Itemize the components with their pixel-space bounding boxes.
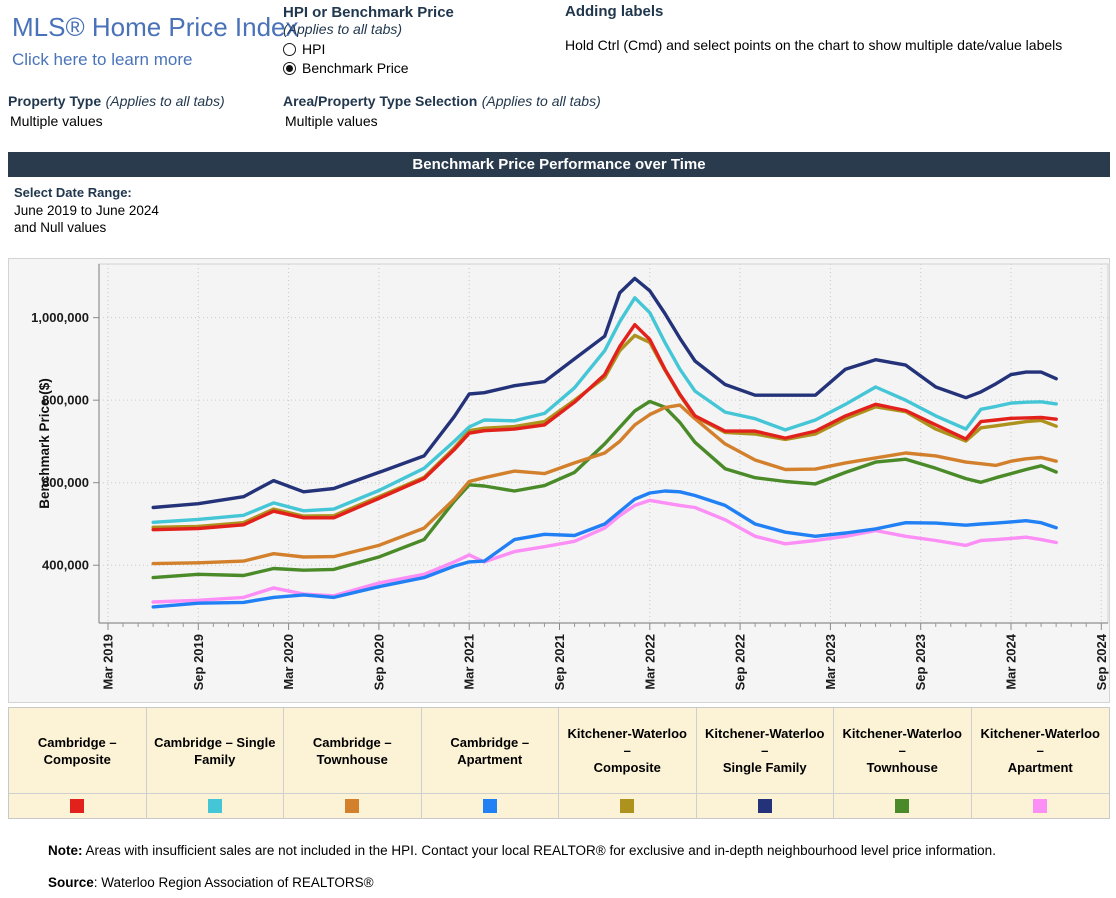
chart-canvas[interactable]: 400,000600,000800,0001,000,000Mar 2019Se… bbox=[9, 259, 1109, 702]
radio-label: Benchmark Price bbox=[302, 60, 409, 76]
radio-unselected-icon[interactable] bbox=[283, 43, 296, 56]
x-tick-label: Sep 2019 bbox=[191, 634, 206, 690]
legend-entry-cambridge-composite[interactable]: Cambridge – Composite bbox=[9, 708, 147, 793]
hpi-radio-group: HPI Benchmark Price bbox=[283, 40, 553, 77]
x-tick-label: Mar 2020 bbox=[281, 634, 296, 690]
radio-selected-icon[interactable] bbox=[283, 62, 296, 75]
legend-swatch-cell[interactable] bbox=[834, 794, 972, 818]
hpi-control-note: (Applies to all tabs) bbox=[283, 21, 553, 37]
date-range-block: Select Date Range: June 2019 to June 202… bbox=[14, 185, 159, 236]
radio-option-benchmark-price[interactable]: Benchmark Price bbox=[283, 59, 553, 77]
x-tick-label: Mar 2024 bbox=[1004, 633, 1019, 689]
legend-entry-cambridge-single-family[interactable]: Cambridge – Single Family bbox=[147, 708, 285, 793]
legend-swatch-cell[interactable] bbox=[972, 794, 1110, 818]
y-tick-label: 400,000 bbox=[42, 558, 89, 573]
hpi-benchmark-control: HPI or Benchmark Price (Applies to all t… bbox=[283, 4, 553, 77]
legend-color-swatch[interactable] bbox=[758, 799, 772, 813]
page-title: MLS® Home Price Index bbox=[12, 12, 298, 43]
radio-option-hpi[interactable]: HPI bbox=[283, 40, 553, 58]
area-selection-value[interactable]: Multiple values bbox=[283, 113, 683, 129]
x-tick-label: Mar 2019 bbox=[101, 634, 116, 690]
property-type-note: (Applies to all tabs) bbox=[106, 93, 225, 109]
x-tick-label: Sep 2020 bbox=[371, 634, 386, 690]
y-tick-label: 1,000,000 bbox=[31, 310, 89, 325]
legend-swatch-row bbox=[9, 793, 1109, 818]
adding-labels-title: Adding labels bbox=[565, 3, 1110, 20]
legend-entry-cambridge-townhouse[interactable]: Cambridge – Townhouse bbox=[284, 708, 422, 793]
legend-swatch-cell[interactable] bbox=[9, 794, 147, 818]
y-axis-title: Benchmark Price ($) bbox=[37, 378, 52, 509]
x-tick-label: Sep 2021 bbox=[552, 634, 567, 690]
mls-hpi-dashboard: MLS® Home Price Index Click here to lear… bbox=[0, 0, 1116, 898]
footnote: Note: Areas with insufficient sales are … bbox=[48, 843, 1088, 858]
legend-color-swatch[interactable] bbox=[1033, 799, 1047, 813]
x-tick-label: Sep 2024 bbox=[1094, 633, 1109, 690]
property-type-label: Property Type bbox=[8, 93, 101, 109]
radio-label: HPI bbox=[302, 41, 325, 57]
x-tick-label: Mar 2023 bbox=[823, 634, 838, 690]
footnote-text: Areas with insufficient sales are not in… bbox=[83, 843, 996, 858]
legend-swatch-cell[interactable] bbox=[147, 794, 285, 818]
area-selection-note: (Applies to all tabs) bbox=[482, 93, 601, 109]
legend-entry-kitchener-waterloo-composite[interactable]: Kitchener-Waterloo – Composite bbox=[559, 708, 697, 793]
legend-swatch-cell[interactable] bbox=[559, 794, 697, 818]
source-label: Source bbox=[48, 875, 94, 890]
adding-labels-instruction: Hold Ctrl (Cmd) and select points on the… bbox=[565, 37, 1110, 53]
date-range-label: Select Date Range: bbox=[14, 185, 159, 200]
property-type-filter: Property Type (Applies to all tabs) Mult… bbox=[8, 93, 278, 129]
property-type-value[interactable]: Multiple values bbox=[8, 113, 278, 129]
x-tick-label: Sep 2022 bbox=[733, 634, 748, 690]
section-title: Benchmark Price Performance over Time bbox=[412, 156, 705, 173]
legend-swatch-cell[interactable] bbox=[422, 794, 560, 818]
legend-entry-cambridge-apartment[interactable]: Cambridge – Apartment bbox=[422, 708, 560, 793]
date-range-value: June 2019 to June 2024 and Null values bbox=[14, 202, 159, 236]
learn-more-link[interactable]: Click here to learn more bbox=[12, 50, 192, 70]
section-title-bar: Benchmark Price Performance over Time bbox=[8, 152, 1110, 177]
hpi-control-label: HPI or Benchmark Price bbox=[283, 4, 553, 21]
legend-color-swatch[interactable] bbox=[895, 799, 909, 813]
legend-color-swatch[interactable] bbox=[483, 799, 497, 813]
area-property-type-filter: Area/Property Type Selection (Applies to… bbox=[283, 93, 683, 129]
footnote-label: Note: bbox=[48, 843, 83, 858]
x-tick-label: Mar 2022 bbox=[642, 634, 657, 690]
area-selection-label: Area/Property Type Selection bbox=[283, 93, 477, 109]
x-tick-label: Sep 2023 bbox=[913, 634, 928, 690]
benchmark-price-chart[interactable]: 400,000600,000800,0001,000,000Mar 2019Se… bbox=[8, 258, 1110, 703]
chart-legend: Cambridge – CompositeCambridge – Single … bbox=[8, 707, 1110, 819]
legend-color-swatch[interactable] bbox=[208, 799, 222, 813]
legend-entry-kitchener-waterloo-townhouse[interactable]: Kitchener-Waterloo – Townhouse bbox=[834, 708, 972, 793]
legend-color-swatch[interactable] bbox=[70, 799, 84, 813]
legend-color-swatch[interactable] bbox=[620, 799, 634, 813]
x-tick-label: Mar 2021 bbox=[462, 634, 477, 690]
source-note: Source: Waterloo Region Association of R… bbox=[48, 875, 374, 890]
legend-label-row: Cambridge – CompositeCambridge – Single … bbox=[9, 708, 1109, 793]
source-text: : Waterloo Region Association of REALTOR… bbox=[94, 875, 374, 890]
legend-entry-kitchener-waterloo-single-family[interactable]: Kitchener-Waterloo – Single Family bbox=[697, 708, 835, 793]
legend-entry-kitchener-waterloo-apartment[interactable]: Kitchener-Waterloo – Apartment bbox=[972, 708, 1110, 793]
legend-color-swatch[interactable] bbox=[345, 799, 359, 813]
adding-labels-block: Adding labels Hold Ctrl (Cmd) and select… bbox=[565, 3, 1110, 53]
legend-swatch-cell[interactable] bbox=[697, 794, 835, 818]
legend-swatch-cell[interactable] bbox=[284, 794, 422, 818]
